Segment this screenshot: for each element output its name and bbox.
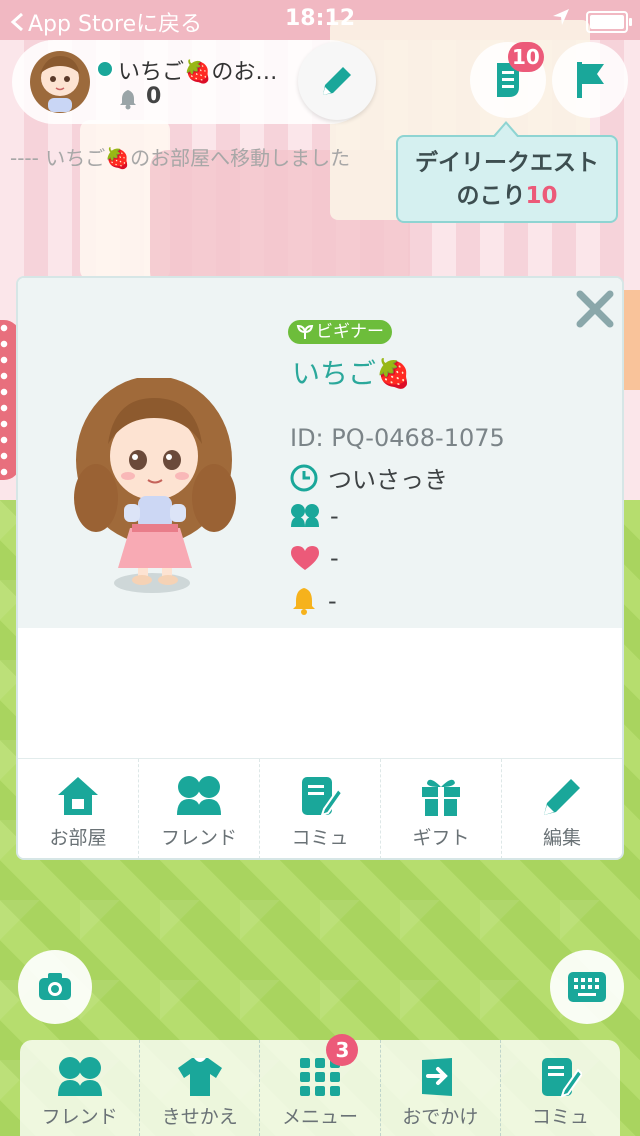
tooltip-count: 10	[525, 183, 558, 209]
friends-row: -	[290, 502, 339, 530]
friends-icon	[291, 504, 319, 527]
likes-count: -	[330, 544, 339, 572]
menu-badge: 3	[326, 1034, 359, 1066]
user-avatar	[30, 51, 90, 113]
pencil-icon	[323, 67, 351, 95]
friends-icon	[177, 776, 221, 815]
location-arrow-icon	[553, 9, 569, 25]
action-room-label: お部屋	[49, 827, 107, 849]
close-icon[interactable]	[574, 288, 616, 330]
user-name: いちご🍓のお…	[118, 60, 278, 85]
camera-icon	[39, 973, 71, 1000]
profile-actions: お部屋 フレンド コミュ ギフト 編集	[18, 758, 622, 858]
community-icon	[542, 1058, 583, 1098]
nav-menu-label: メニュー	[282, 1106, 359, 1128]
nav-dressup-label: きせかえ	[161, 1106, 238, 1128]
tooltip-title: デイリークエスト	[415, 150, 599, 176]
nav-outing[interactable]: おでかけ	[381, 1040, 501, 1136]
door-exit-icon	[422, 1058, 453, 1096]
beginner-badge: ビギナー	[288, 320, 392, 344]
nav-community[interactable]: コミュ	[501, 1040, 620, 1136]
nav-dressup[interactable]: きせかえ	[140, 1040, 261, 1136]
friends-icon	[57, 1057, 102, 1096]
bells-count: -	[328, 587, 337, 615]
flag-icon	[577, 62, 604, 98]
tooltip-prefix: のこり	[456, 183, 526, 209]
action-community-label: コミュ	[291, 827, 349, 849]
action-gift[interactable]: ギフト	[381, 759, 502, 858]
camera-button[interactable]	[18, 950, 92, 1024]
clock-icon	[290, 464, 318, 491]
flag-button[interactable]	[552, 42, 628, 118]
status-bar: App Storeに戻る 18:12	[0, 0, 640, 40]
bell-icon	[293, 588, 315, 615]
keyboard-button[interactable]	[550, 950, 624, 1024]
edit-message-button[interactable]	[298, 42, 376, 120]
nav-friend[interactable]: フレンド	[20, 1040, 141, 1136]
last-login-text: ついさっき	[328, 466, 448, 494]
likes-row: -	[290, 544, 339, 572]
bottom-navigation: フレンド きせかえ メニュー 3 おでかけ コミュ	[20, 1034, 620, 1136]
action-friend-label: フレンド	[160, 827, 237, 849]
action-friend[interactable]: フレンド	[139, 759, 260, 858]
system-message: ---- いちご🍓のお部屋へ移動しました	[10, 146, 351, 170]
pencil-icon	[544, 779, 580, 815]
gift-icon	[422, 779, 460, 816]
bell-count: 0	[146, 84, 162, 109]
profile-id: ID: PQ-0468-1075	[290, 424, 505, 452]
beginner-label: ビギナー	[316, 322, 384, 342]
profile-info-panel: ビギナー いちご🍓 ID: PQ-0468-1075 ついさっき - - -	[18, 278, 622, 628]
nav-outing-label: おでかけ	[402, 1106, 479, 1128]
friends-count: -	[330, 502, 339, 530]
profile-card: ビギナー いちご🍓 ID: PQ-0468-1075 ついさっき - - - お…	[16, 276, 624, 860]
bell-icon	[120, 90, 136, 110]
action-community[interactable]: コミュ	[260, 759, 381, 858]
online-indicator	[96, 60, 114, 78]
nav-friend-label: フレンド	[41, 1106, 118, 1128]
action-edit-label: 編集	[542, 827, 581, 849]
quest-badge: 10	[508, 42, 544, 72]
nav-community-label: コミュ	[531, 1106, 589, 1128]
action-gift-label: ギフト	[412, 827, 470, 849]
last-login-row: ついさっき	[290, 460, 448, 495]
daily-quest-tooltip[interactable]: デイリークエスト のこり10	[396, 121, 618, 223]
house-icon	[58, 777, 98, 815]
heart-icon	[291, 546, 319, 570]
bells-row: -	[290, 586, 337, 616]
shirt-icon	[177, 1058, 222, 1096]
battery-icon	[586, 11, 632, 33]
avatar-figure	[74, 378, 236, 593]
sprout-icon	[296, 324, 314, 339]
status-time: 18:12	[284, 6, 356, 31]
community-icon	[302, 777, 342, 817]
profile-name: いちご🍓	[292, 357, 411, 390]
nav-menu[interactable]: メニュー 3	[260, 1034, 381, 1136]
action-room[interactable]: お部屋	[18, 759, 139, 858]
keyboard-icon	[568, 972, 606, 1002]
action-edit[interactable]: 編集	[502, 759, 622, 858]
